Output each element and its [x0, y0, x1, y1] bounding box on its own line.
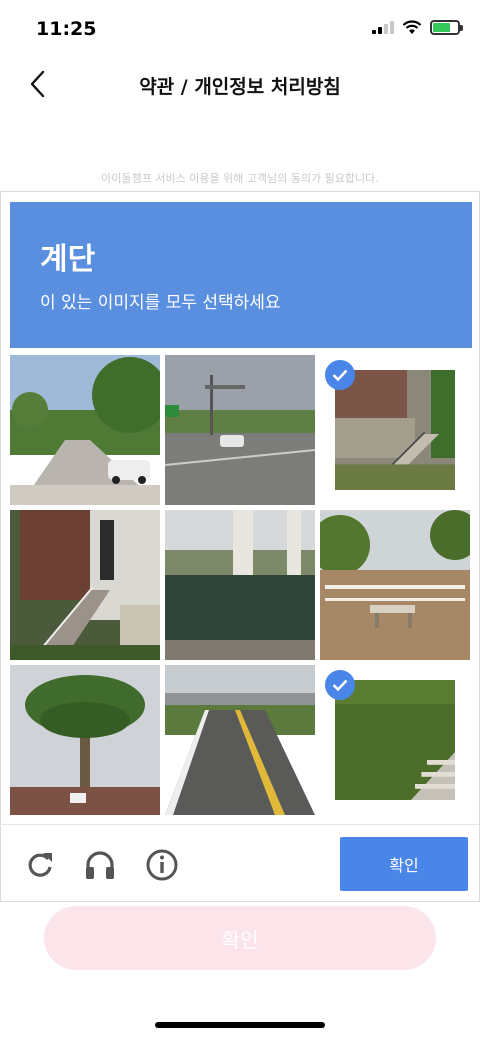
page-title: 약관 / 개인정보 처리방침 [139, 76, 341, 98]
captcha-tile-9[interactable] [320, 665, 470, 815]
nav-header: 약관 / 개인정보 처리방침 [0, 56, 480, 112]
info-icon [146, 849, 178, 881]
reload-icon [28, 853, 52, 877]
captcha-prompt-subtitle: 이 있는 이미지를 모두 선택하세요 [40, 293, 281, 313]
reload-button[interactable] [22, 847, 58, 883]
checkmark-icon [325, 360, 355, 390]
captcha-tile-5[interactable] [165, 510, 315, 660]
info-button[interactable] [144, 847, 180, 883]
palm-tree-scene-image [10, 665, 160, 815]
captcha-prompt: 계단 이 있는 이미지를 모두 선택하세요 [10, 202, 472, 348]
captcha-tile-8[interactable] [165, 665, 315, 815]
sidewalk-railing-scene-image [320, 510, 470, 660]
battery-charging-icon [430, 20, 463, 35]
captcha-frame: 계단 이 있는 이미지를 모두 선택하세요 확인 [0, 191, 480, 902]
captcha-footer: 확인 [0, 824, 480, 902]
bridge-fence-scene-image [165, 510, 315, 660]
headphones-icon [86, 851, 114, 879]
captcha-tile-4[interactable] [10, 510, 160, 660]
porch-stairs-scene-image [10, 510, 160, 660]
captcha-prompt-title: 계단 [40, 242, 96, 277]
road-overpass-scene-image [165, 665, 315, 815]
status-time: 11:25 [36, 18, 97, 40]
captcha-tile-2[interactable] [165, 355, 315, 505]
status-icons [372, 20, 463, 35]
street-scene-image [10, 355, 160, 505]
status-bar: 11:25 [0, 0, 480, 56]
home-indicator [155, 1022, 325, 1028]
consent-notice: 아이돌챔프 서비스 이용을 위해 고객님의 동의가 필요합니다. [101, 172, 379, 185]
captcha-tile-7[interactable] [10, 665, 160, 815]
wifi-icon [402, 20, 422, 34]
highway-scene-image [165, 355, 315, 505]
checkmark-icon [325, 670, 355, 700]
captcha-tile-6[interactable] [320, 510, 470, 660]
captcha-image-grid [10, 355, 470, 815]
grassy-steps-scene-image [335, 680, 455, 800]
captcha-verify-button[interactable]: 확인 [340, 837, 468, 891]
captcha-tile-3[interactable] [320, 355, 470, 505]
signal-icon [372, 21, 394, 34]
confirm-button[interactable]: 확인 [44, 906, 436, 970]
audio-challenge-button[interactable] [82, 847, 118, 883]
captcha-tile-1[interactable] [10, 355, 160, 505]
stairs-scene-image [335, 370, 455, 490]
